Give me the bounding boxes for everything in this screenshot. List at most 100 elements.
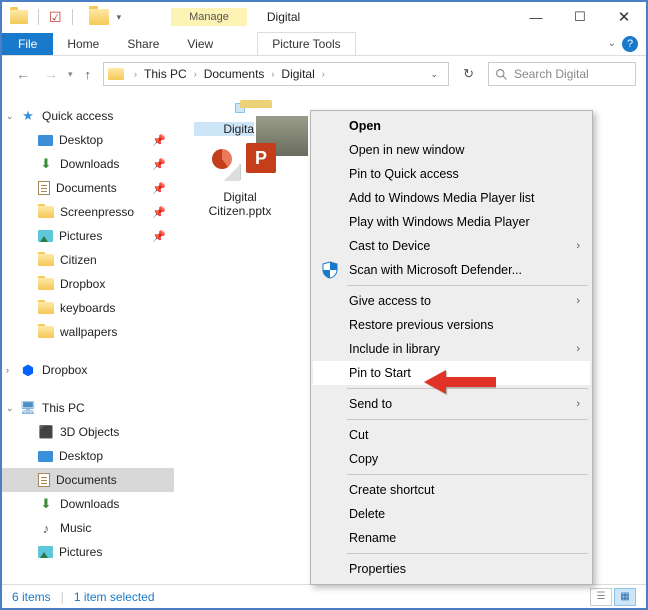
nav-pictures2[interactable]: Pictures [2, 540, 174, 564]
nav-label: Screenpresso [60, 205, 134, 219]
nav-quick-access[interactable]: ⌄★Quick access [2, 104, 174, 128]
ctx-include-library[interactable]: Include in library› [313, 337, 590, 361]
nav-dropbox-folder[interactable]: Dropbox [2, 272, 174, 296]
chevron-right-icon[interactable]: › [134, 69, 137, 79]
history-dropdown-icon[interactable]: ▾ [68, 69, 73, 80]
search-box[interactable]: Search Digital [488, 62, 636, 86]
nav-label: Desktop [59, 133, 103, 147]
ctx-separator [347, 285, 588, 286]
ctx-delete[interactable]: Delete [313, 502, 590, 526]
nav-documents[interactable]: Documents📌 [2, 176, 174, 200]
minimize-button[interactable]: — [514, 2, 558, 32]
address-bar[interactable]: › This PC › Documents › Digital › ⌄ [103, 62, 449, 86]
file-label: Digital Citizen.pptx [194, 190, 286, 218]
help-button[interactable]: ? [622, 36, 638, 52]
refresh-button[interactable]: ↻ [455, 66, 482, 82]
nav-screenpresso[interactable]: Screenpresso 📌 [2, 200, 174, 224]
file-item-pptx[interactable]: P Digital Citizen.pptx [194, 160, 286, 218]
view-tab[interactable]: View [173, 33, 227, 55]
cube-icon: ⬛ [38, 425, 54, 439]
ctx-restore-versions[interactable]: Restore previous versions [313, 313, 590, 337]
ctx-cast-device[interactable]: Cast to Device› [313, 234, 590, 258]
nav-downloads2[interactable]: ⬇Downloads [2, 492, 174, 516]
details-view-button[interactable]: ☰ [590, 588, 612, 606]
ctx-create-shortcut[interactable]: Create shortcut [313, 478, 590, 502]
status-separator: | [61, 590, 64, 604]
ctx-give-access[interactable]: Give access to› [313, 289, 590, 313]
nav-music[interactable]: ♪ Music [2, 516, 174, 540]
search-icon [495, 68, 508, 81]
music-icon: ♪ [38, 521, 54, 535]
nav-wallpapers[interactable]: wallpapers [2, 320, 174, 344]
nav-label: This PC [42, 401, 85, 415]
dropbox-icon: ⬢ [20, 363, 36, 377]
pin-icon: 📌 [152, 206, 166, 219]
ribbon-expand-icon[interactable]: ⌄ [602, 38, 622, 49]
nav-3d-objects[interactable]: ⬛3D Objects [2, 420, 174, 444]
pc-icon: 🖥 [20, 401, 36, 415]
nav-pictures[interactable]: Pictures📌 [2, 224, 174, 248]
ctx-add-wmp-list[interactable]: Add to Windows Media Player list [313, 186, 590, 210]
properties-qat-icon[interactable]: ☑ [49, 9, 62, 26]
nav-citizen[interactable]: Citizen [2, 248, 174, 272]
ctx-cut[interactable]: Cut [313, 423, 590, 447]
nav-label: Dropbox [60, 277, 105, 291]
ctx-rename[interactable]: Rename [313, 526, 590, 550]
ctx-scan-defender[interactable]: Scan with Microsoft Defender... [313, 258, 590, 282]
ctx-properties[interactable]: Properties [313, 557, 590, 581]
nav-desktop2[interactable]: Desktop [2, 444, 174, 468]
forward-button[interactable]: → [40, 66, 62, 82]
share-tab[interactable]: Share [113, 33, 173, 55]
picture-tools-tab[interactable]: Picture Tools [257, 32, 355, 55]
nav-this-pc[interactable]: ⌄ 🖥 This PC [2, 396, 174, 420]
chevron-right-icon[interactable]: › [271, 69, 274, 79]
back-button[interactable]: ← [12, 66, 34, 82]
breadcrumb-segment[interactable]: This PC [144, 67, 187, 81]
file-tab[interactable]: File [2, 33, 53, 55]
ctx-play-wmp[interactable]: Play with Windows Media Player [313, 210, 590, 234]
expand-icon[interactable]: › [6, 365, 9, 375]
chevron-right-icon[interactable]: › [322, 69, 325, 79]
pin-icon: 📌 [152, 158, 166, 171]
nav-keyboards[interactable]: keyboards [2, 296, 174, 320]
home-tab[interactable]: Home [53, 33, 113, 55]
up-button[interactable]: ↑ [79, 67, 98, 82]
nav-label: Dropbox [42, 363, 87, 377]
titlebar: ☑ ▾ Manage Digital — ☐ ✕ [2, 2, 646, 32]
nav-documents2[interactable]: Documents [2, 468, 174, 492]
nav-desktop[interactable]: Desktop 📌 [2, 128, 174, 152]
folder-item-digital[interactable]: Digital [194, 102, 286, 136]
ctx-pin-quick-access[interactable]: Pin to Quick access [313, 162, 590, 186]
pictures-icon [38, 230, 53, 242]
collapse-icon[interactable]: ⌄ [6, 111, 14, 122]
nav-label: keyboards [60, 301, 115, 315]
icons-view-button[interactable]: ▦ [614, 588, 636, 606]
maximize-button[interactable]: ☐ [558, 2, 602, 32]
collapse-icon[interactable]: ⌄ [6, 403, 14, 414]
nav-downloads[interactable]: ⬇Downloads📌 [2, 152, 174, 176]
nav-label: Documents [56, 181, 117, 195]
ctx-open[interactable]: Open [313, 114, 590, 138]
breadcrumb-segment[interactable]: Documents [204, 67, 265, 81]
address-dropdown-icon[interactable]: ⌄ [425, 69, 445, 80]
ctx-copy[interactable]: Copy [313, 447, 590, 471]
qat-dropdown-icon[interactable]: ▾ [117, 12, 122, 23]
nav-dropbox[interactable]: › ⬢ Dropbox [2, 358, 174, 382]
new-folder-qat-icon[interactable] [89, 9, 109, 25]
nav-label: Music [60, 521, 91, 535]
ctx-open-new-window[interactable]: Open in new window [313, 138, 590, 162]
nav-label: Pictures [59, 545, 102, 559]
nav-label: Desktop [59, 449, 103, 463]
pin-icon: 📌 [152, 134, 166, 147]
status-bar: 6 items | 1 item selected ☰ ▦ [2, 584, 646, 608]
pictures-icon [38, 546, 53, 558]
pin-icon: 📌 [152, 230, 166, 243]
nav-label: wallpapers [60, 325, 117, 339]
breadcrumb-segment[interactable]: Digital [281, 67, 314, 81]
close-button[interactable]: ✕ [602, 2, 646, 32]
navigation-bar: ← → ▾ ↑ › This PC › Documents › Digital … [2, 56, 646, 92]
window-controls: — ☐ ✕ [514, 2, 646, 32]
qat-separator [38, 9, 39, 25]
chevron-right-icon: › [576, 240, 580, 252]
chevron-right-icon[interactable]: › [194, 69, 197, 79]
